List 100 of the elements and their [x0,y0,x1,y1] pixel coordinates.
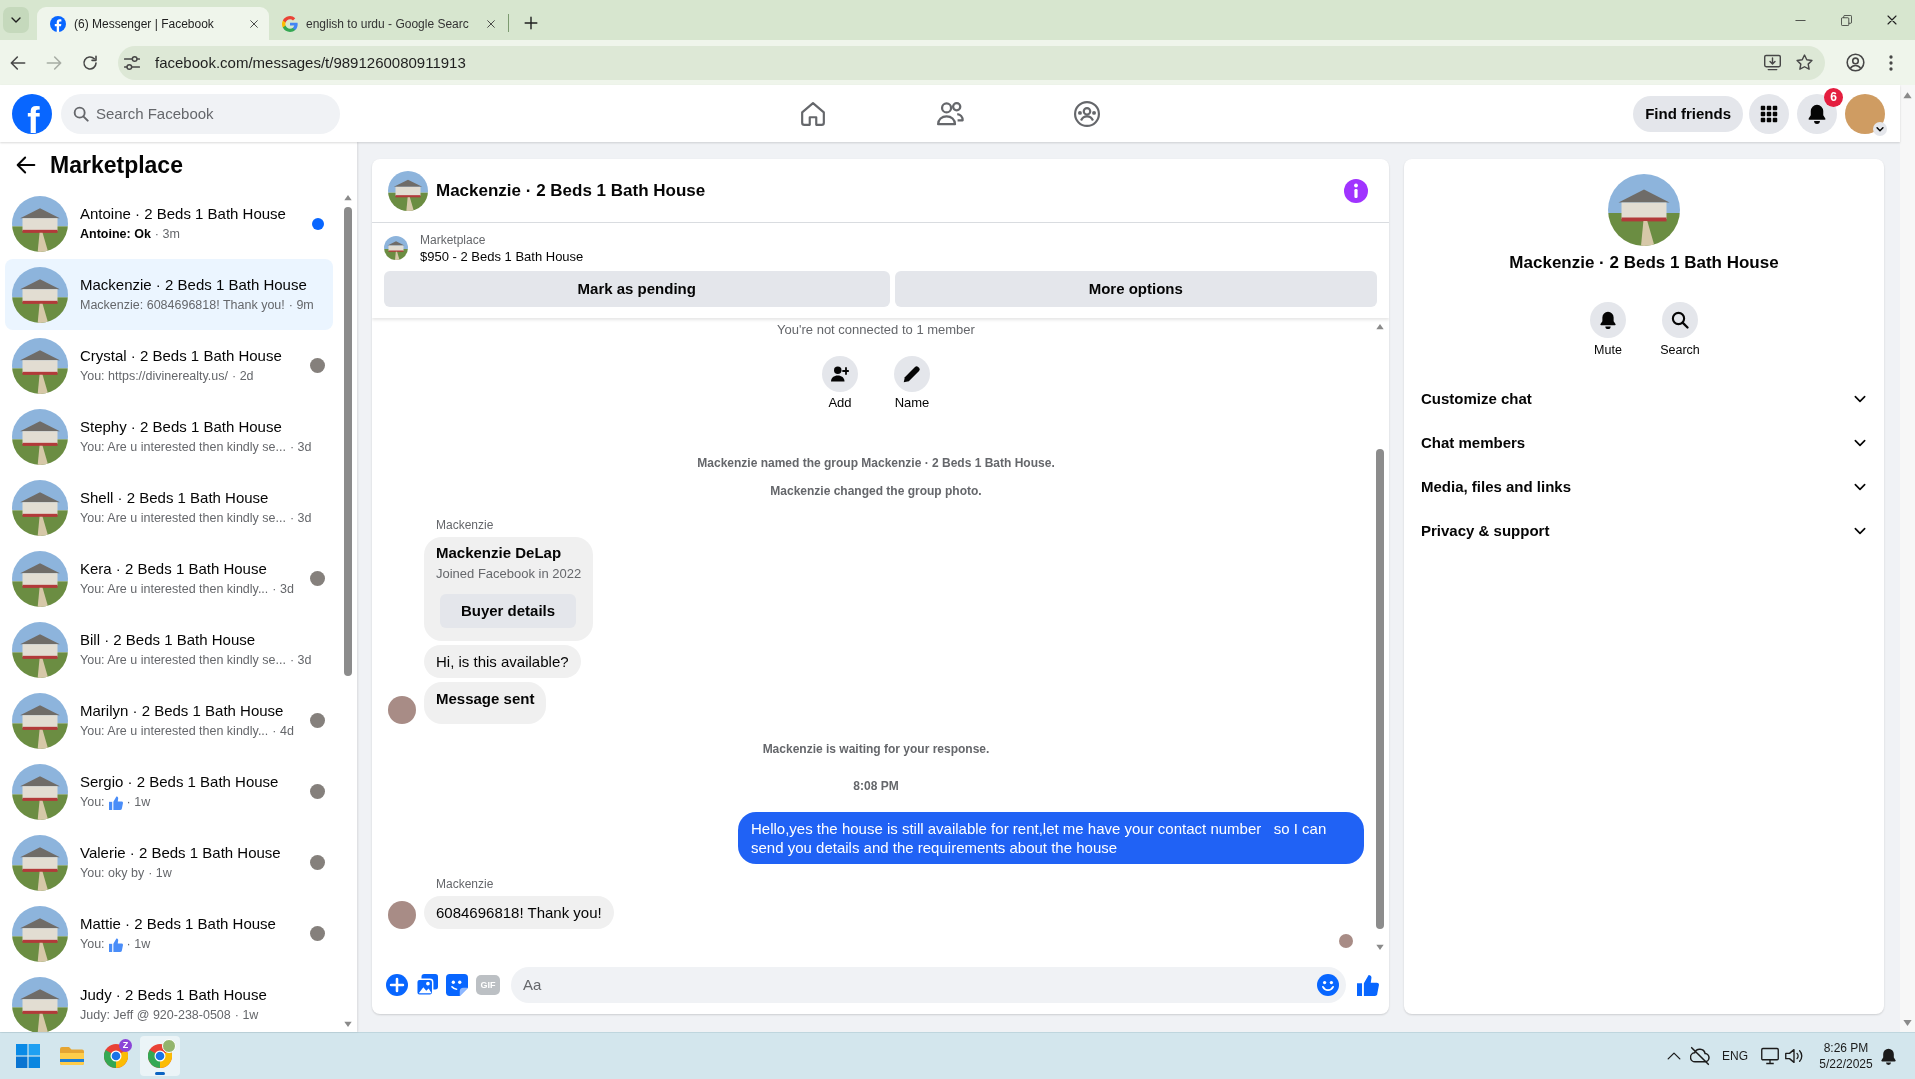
house-photo [384,236,408,260]
notification-bell-icon[interactable] [1880,1047,1897,1065]
pencil-icon [903,365,921,383]
scrollbar[interactable] [1900,85,1915,1032]
sticker-icon[interactable] [446,973,468,996]
message-field[interactable]: Aa [511,966,1346,1003]
friends-icon[interactable] [936,100,964,127]
bell-icon [1807,103,1827,124]
groups-icon[interactable] [1074,100,1100,127]
conversation-item[interactable]: Mattie · 2 Beds 1 Bath House You: · 1w [5,898,333,969]
restore-icon[interactable] [1840,14,1852,26]
add-member-button[interactable] [822,356,858,392]
message-time: · 9m [288,297,314,314]
info-icon[interactable] [1344,178,1368,203]
message-preview: You: Are u interested then kindly se... [80,510,286,527]
house-photo [388,170,428,211]
sender-name: Mackenzie [435,518,495,532]
message-preview: Judy: Jeff @ 920-238-0508 [80,1007,231,1024]
search-button[interactable] [1662,302,1698,338]
conversation-item[interactable]: Shell · 2 Beds 1 Bath House You: Are u interested then kindly se... · 3d [5,472,333,543]
close-icon[interactable] [1886,14,1898,26]
plus-icon[interactable] [524,16,538,30]
browser-tab[interactable]: (6) Messenger | Facebook [37,7,269,40]
conversation-item[interactable]: Marilyn · 2 Beds 1 Bath House You: Are u interested then kindly... · 4d [5,685,333,756]
scroll-down-icon[interactable] [1903,1018,1912,1027]
settings-section[interactable]: Chat members [1404,421,1884,465]
back-icon[interactable] [16,155,36,175]
like-icon[interactable] [1357,973,1379,996]
reload-icon[interactable] [82,54,98,71]
message-preview: You: Are u interested then kindly... [80,723,269,740]
browser-tab[interactable]: english to urdu - Google Searc [269,7,506,40]
house-photo [12,195,68,252]
house-photo [12,905,68,962]
site-settings-icon[interactable] [124,54,140,71]
notifications-button[interactable] [1797,93,1837,134]
house-photo [12,692,68,749]
emoji-icon[interactable] [1317,973,1339,996]
address-bar[interactable]: facebook.com/messages/t/9891260080911913 [118,45,1825,80]
conversation-item[interactable]: Bill · 2 Beds 1 Bath House You: Are u interested then kindly se... · 3d [5,614,333,685]
menu-button[interactable] [1749,93,1789,134]
grid-icon [1760,104,1778,123]
house-photo [12,621,68,678]
scroll-up-icon[interactable] [1375,323,1384,331]
group-title: Mackenzie · 2 Beds 1 Bath House [1509,253,1779,273]
message-time: · 1w [148,865,172,882]
site-icon [282,15,298,32]
conversation-item[interactable]: Stephy · 2 Beds 1 Bath House You: Are u interested then kindly se... · 3d [5,401,333,472]
conversation-item[interactable]: Valerie · 2 Beds 1 Bath House You: oky by · 1w [5,827,333,898]
close-icon[interactable] [249,18,259,29]
message-time: · 3d [289,652,312,669]
logo[interactable]: f [12,93,52,134]
clock-time[interactable]: 8:26 PM [1816,1040,1876,1056]
conversation-title: Valerie · 2 Beds 1 Bath House [80,843,282,863]
scroll-up-icon[interactable] [1903,91,1912,100]
conversation-title: Marilyn · 2 Beds 1 Bath House [80,701,285,721]
conversation-item[interactable]: Judy · 2 Beds 1 Bath House Judy: Jeff @ 920-238-0508 · 1w [5,969,333,1032]
buyer-details-button[interactable]: Buyer details [440,594,576,628]
tab-menu-button[interactable] [3,7,29,33]
conversation-item[interactable]: Mackenzie · 2 Beds 1 Bath House Mackenzie: 6084696818! Thank you! · 9m [5,259,333,330]
house-photo [12,479,68,536]
rename-button[interactable] [894,356,930,392]
message-time: · 3d [289,510,312,527]
monitor-icon[interactable] [1761,1047,1779,1065]
settings-section[interactable]: Media, files and links [1404,465,1884,509]
close-icon[interactable] [486,18,496,29]
language-indicator[interactable]: ENG [1722,1049,1748,1063]
caret-icon[interactable] [1873,121,1887,136]
settings-section[interactable]: Privacy & support [1404,509,1884,553]
settings-section[interactable]: Customize chat [1404,377,1884,421]
conversation-item[interactable]: Kera · 2 Beds 1 Bath House You: Are u interested then kindly... · 3d [5,543,333,614]
taskbar-app-button[interactable]: Z [96,1036,136,1076]
message-time: · 1w [234,1007,259,1024]
scrollbar-thumb[interactable] [344,207,352,676]
clock-date[interactable]: 5/22/2025 [1816,1056,1876,1072]
scrollbar-thumb[interactable] [1375,449,1384,929]
conversation-item[interactable]: Antoine · 2 Beds 1 Bath House Antoine: Ok · 3m [5,188,333,259]
cloud-off-icon[interactable] [1690,1046,1710,1066]
message-preview: You: [80,936,105,953]
photo-icon[interactable] [416,973,438,996]
action-button[interactable]: More options [894,271,1377,307]
scroll-down-icon[interactable] [344,1020,352,1028]
home-icon[interactable] [800,100,826,127]
search-field[interactable]: Search Facebook [61,93,340,134]
action-button[interactable]: Mark as pending [384,271,890,307]
find-friends-button[interactable]: Find friends [1633,95,1743,132]
back-icon[interactable] [10,54,26,71]
message-time: · 1w [126,936,151,953]
received-message: Hi, is this available? [424,645,581,678]
speaker-icon[interactable] [1785,1047,1803,1065]
conversation-item[interactable]: Crystal · 2 Beds 1 Bath House You: https://divinerealty.us/ · 2d [5,330,333,401]
taskbar-app-button[interactable] [140,1036,180,1076]
scroll-down-icon[interactable] [1375,943,1384,951]
scroll-up-icon[interactable] [344,194,352,202]
install-icon[interactable] [1764,53,1781,71]
star-icon[interactable] [1796,53,1813,71]
action-label: Name [894,395,930,411]
mute-button[interactable] [1590,302,1626,338]
add-icon[interactable] [386,973,408,996]
profile-icon[interactable] [1845,53,1865,72]
conversation-item[interactable]: Sergio · 2 Beds 1 Bath House You: · 1w [5,756,333,827]
